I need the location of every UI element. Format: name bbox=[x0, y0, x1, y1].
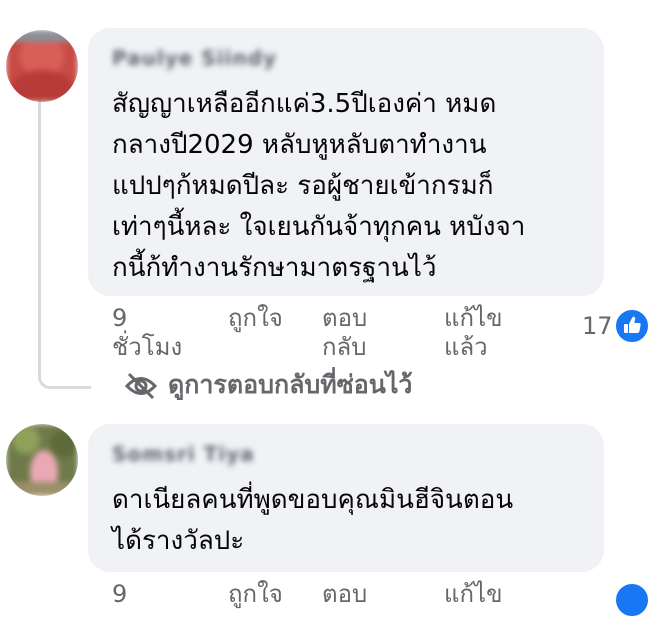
avatar-image bbox=[6, 30, 78, 102]
timestamp-unit: ชั่วโมง bbox=[112, 333, 183, 361]
comment-text-line: ได้รางวัลปะ bbox=[112, 526, 245, 556]
reply-button[interactable]: ตอบ กลับ bbox=[322, 304, 367, 362]
reply-button[interactable]: ตอบ bbox=[322, 580, 367, 609]
comment-text-line: กลางปี2029 หลับหูหลับตาทำงาน bbox=[112, 130, 487, 160]
thumbs-up-icon[interactable] bbox=[614, 308, 650, 344]
comment-bubble: Paulye Siindy สัญญาเหลืออีกแค่3.5ปีเองค่… bbox=[88, 28, 604, 296]
comment-text-line: แปปๆก้หมดปีละ รอผู้ชายเข้ากรมก็ bbox=[112, 171, 494, 201]
like-button[interactable]: ถูกใจ bbox=[228, 304, 283, 333]
comment-bubble: Somsri Tiya ดาเนียลคนที่พูดขอบคุณมินฮีจิ… bbox=[88, 424, 604, 572]
hidden-replies-label: ดูการตอบกลับที่ซ่อนไว้ bbox=[168, 370, 413, 399]
reply-label-line: กลับ bbox=[322, 333, 367, 361]
comment-timestamp[interactable]: 9 ชั่วโมง bbox=[112, 304, 182, 362]
commenter-avatar[interactable] bbox=[6, 30, 78, 102]
edited-label-line: แก้ไข bbox=[444, 304, 503, 332]
avatar-image bbox=[6, 424, 78, 496]
previous-actions-cutoff bbox=[112, 0, 312, 6]
comment-timestamp[interactable]: 9 bbox=[112, 580, 127, 609]
comment-text-line: ดาเนียลคนที่พูดขอบคุณมินฮีจินตอน bbox=[112, 485, 514, 515]
reply-label-line: ตอบ bbox=[322, 304, 368, 332]
timestamp-value: 9 bbox=[112, 304, 128, 332]
reaction-count[interactable]: 17 bbox=[582, 312, 613, 340]
commenter-avatar[interactable] bbox=[6, 424, 78, 496]
edited-label-line: แล้ว bbox=[444, 333, 488, 361]
thumbs-up-icon[interactable] bbox=[614, 582, 650, 618]
comment-author[interactable]: Paulye Siindy bbox=[112, 46, 277, 70]
edited-label[interactable]: แก้ไข bbox=[444, 580, 502, 609]
comment-text-line: สัญญาเหลืออีกแค่3.5ปีเองค่า หมด bbox=[112, 89, 497, 119]
thread-connector bbox=[38, 96, 91, 389]
comment-author[interactable]: Somsri Tiya bbox=[112, 442, 255, 466]
comment-text-line: กนี้ก้ทำงานรักษามาตรฐานไว้ bbox=[112, 253, 437, 283]
comment-text-line: เท่าๆนี้หละ ใจเยนกันจ้าทุกคน หบังจา bbox=[112, 212, 526, 242]
edited-label[interactable]: แก้ไข แล้ว bbox=[444, 304, 502, 362]
eye-slash-icon bbox=[124, 372, 158, 404]
like-button[interactable]: ถูกใจ bbox=[228, 580, 283, 609]
